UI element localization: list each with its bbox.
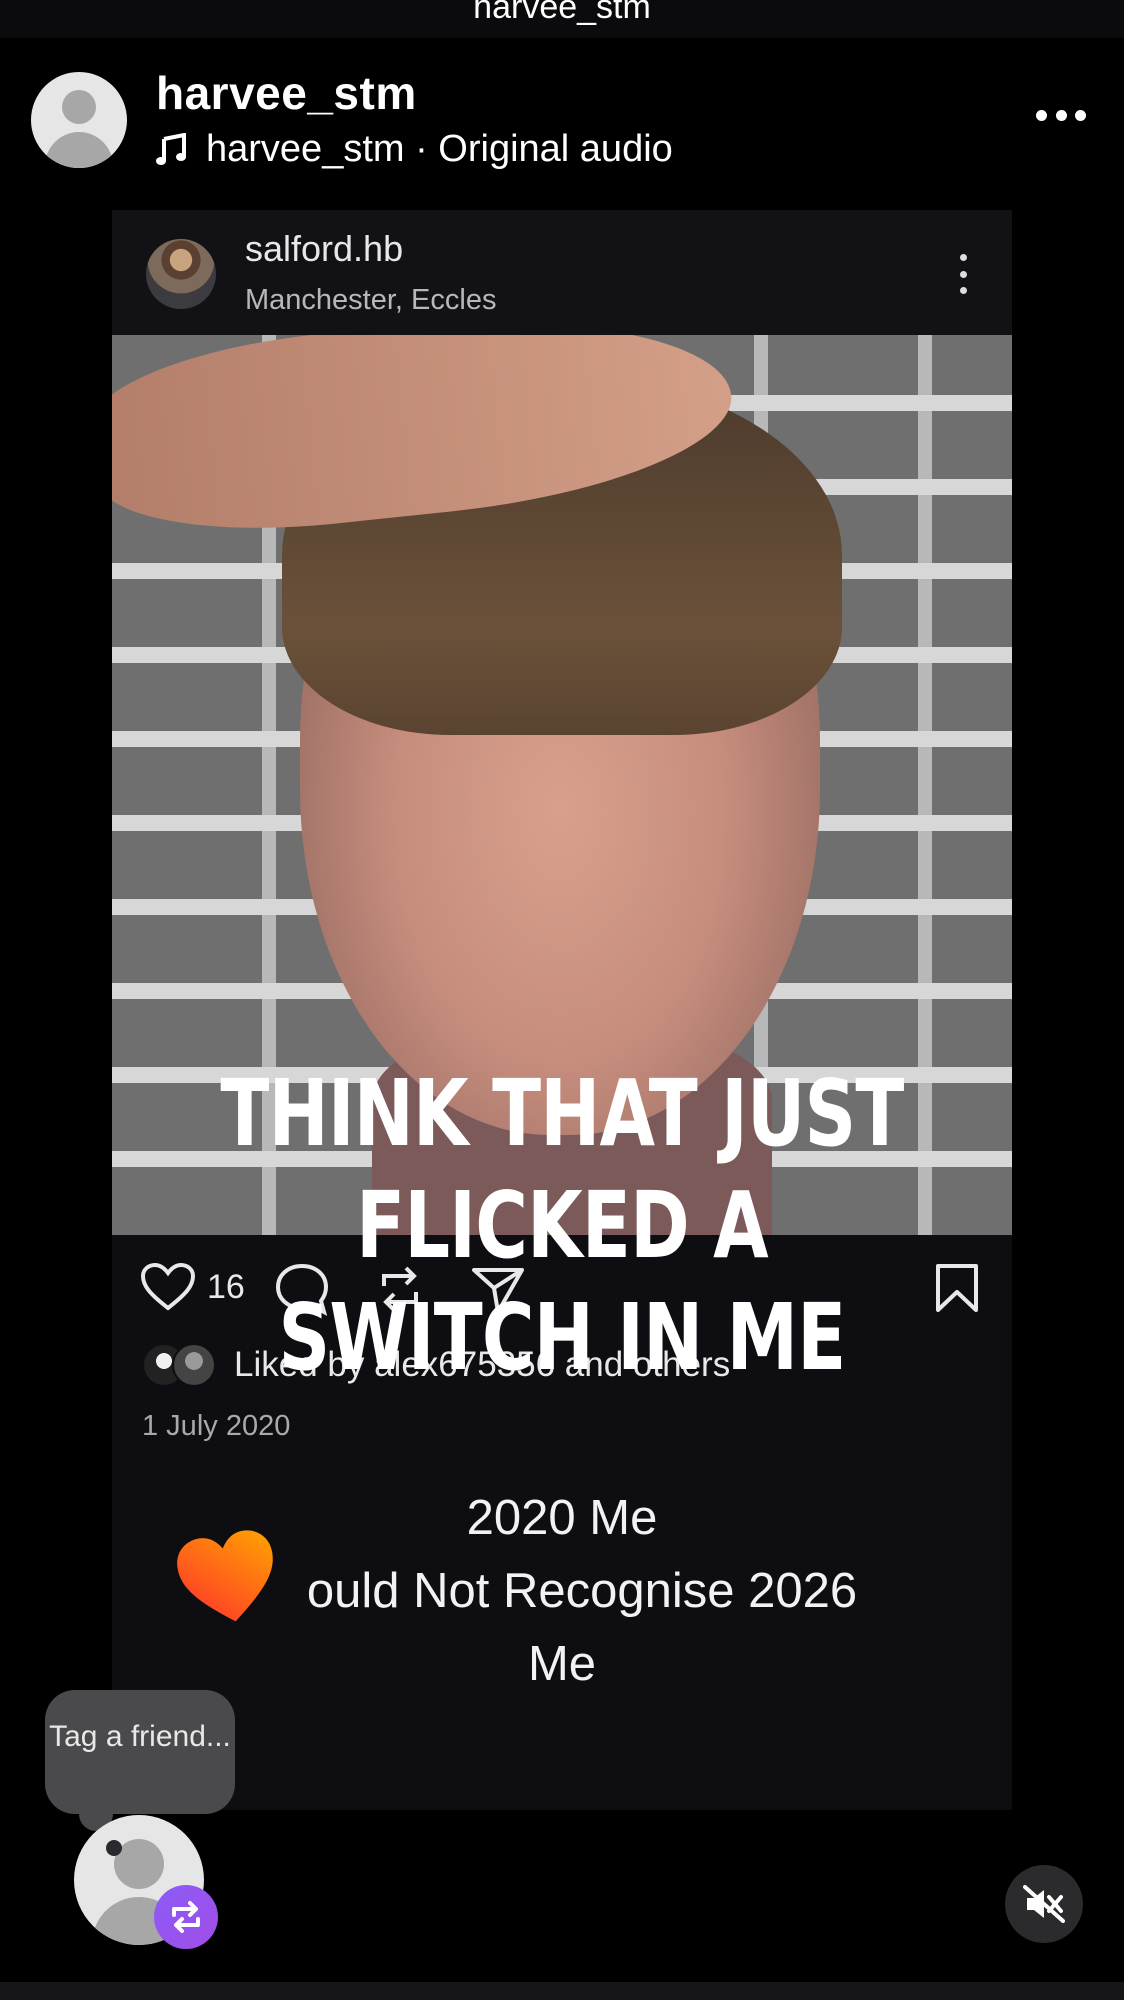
post-username: salford.hb xyxy=(245,228,404,269)
top-bar-title: harvee_stm xyxy=(473,0,651,26)
profile-avatar[interactable] xyxy=(31,72,127,168)
post-avatar xyxy=(146,239,216,309)
caption-line: Me xyxy=(527,1637,597,1691)
reel-header: harvee_stm harvee_stm · Original audio xyxy=(0,38,1124,210)
bottom-strip xyxy=(0,1982,1124,2000)
mute-button[interactable] xyxy=(1005,1865,1083,1943)
speaker-muted-icon xyxy=(1023,1885,1065,1923)
audio-attribution[interactable]: harvee_stm · Original audio xyxy=(156,128,673,171)
post-header: salford.hb Manchester, Eccles xyxy=(112,210,1012,335)
top-bar: harvee_stm xyxy=(0,0,1124,39)
repost-icon xyxy=(172,1901,200,1933)
overlay-line: SWITCH IN ME xyxy=(278,1284,846,1391)
like-animation-heart-icon xyxy=(177,1530,273,1622)
overlay-caption: THINK THAT JUST FLICKED A SWITCH IN ME xyxy=(124,1058,1001,1394)
audio-label: harvee_stm · Original audio xyxy=(206,128,673,170)
tag-friend-tooltip[interactable]: Tag a friend... xyxy=(45,1690,235,1814)
overlay-line: THINK THAT JUST FLICKED A xyxy=(220,1060,904,1279)
repost-badge-button[interactable] xyxy=(154,1885,218,1949)
post-date: 1 July 2020 xyxy=(142,1410,291,1442)
more-vertical-icon xyxy=(960,254,968,294)
post-location: Manchester, Eccles xyxy=(245,284,497,316)
status-dot xyxy=(106,1840,122,1856)
reel-username[interactable]: harvee_stm xyxy=(156,66,417,120)
more-options-button[interactable] xyxy=(1036,100,1086,130)
music-note-icon xyxy=(156,132,186,165)
more-horizontal-icon xyxy=(1036,109,1047,121)
